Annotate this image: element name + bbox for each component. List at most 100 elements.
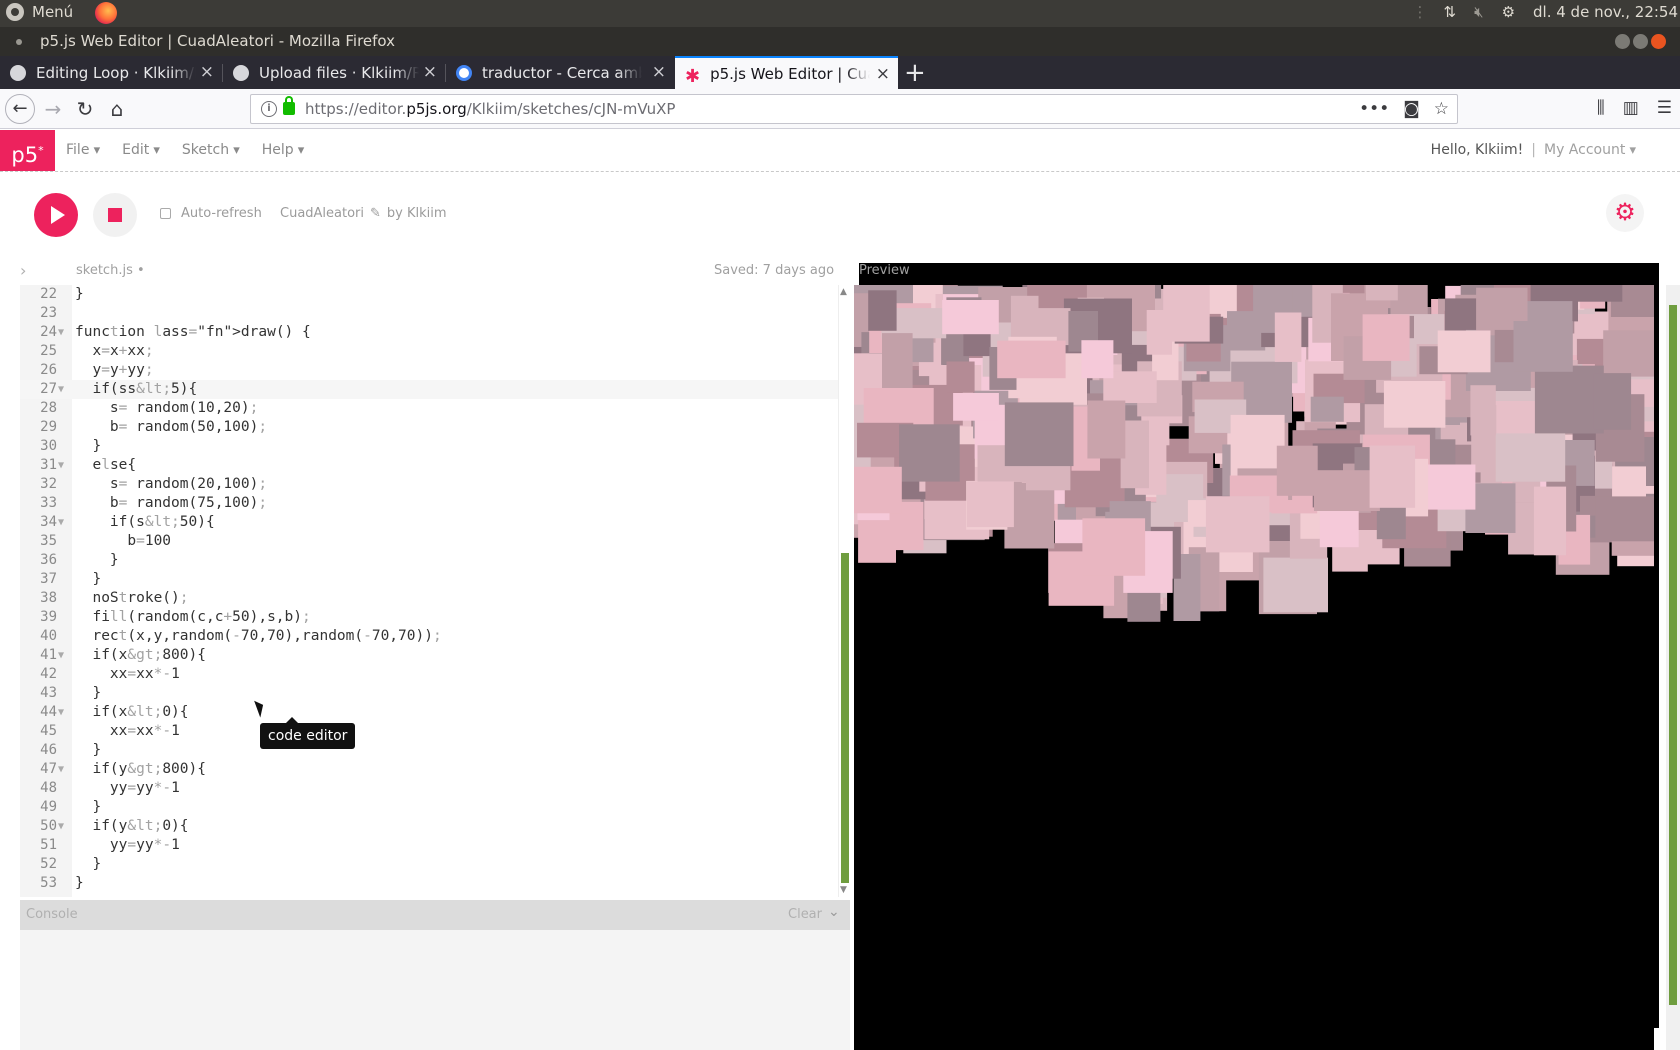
scroll-down-icon[interactable]: ▼: [840, 885, 847, 895]
code-text: s= random(20,100);: [75, 476, 268, 492]
sketch-name[interactable]: CuadAleatori: [280, 206, 364, 221]
preview-square: [882, 333, 913, 389]
code-line[interactable]: 40 rect(x,y,random(-70,70),random(-70,70…: [20, 627, 838, 646]
tab-editing-loop[interactable]: Editing Loop · Klkiim/Ra ×: [0, 56, 222, 89]
code-line[interactable]: 32 s= random(20,100);: [20, 475, 838, 494]
auto-refresh-toggle[interactable]: Auto-refresh: [160, 206, 262, 221]
p5-logo[interactable]: p5*: [0, 130, 55, 171]
clock[interactable]: dl. 4 de nov., 22:54: [1533, 3, 1678, 21]
menu-edit[interactable]: Edit: [122, 142, 160, 158]
minimize-button[interactable]: [1615, 34, 1630, 49]
code-line[interactable]: 41 ▼ if(x&gt;800){: [20, 646, 838, 665]
code-line[interactable]: 46 }: [20, 741, 838, 760]
editor-scroll-thumb[interactable]: [841, 553, 849, 883]
bookmark-star-icon[interactable]: ☆: [1434, 99, 1449, 119]
network-icon[interactable]: ⇅: [1444, 3, 1457, 21]
sidebar-icon[interactable]: ▥: [1623, 98, 1639, 118]
tab-traductor[interactable]: traductor - Cerca amb G ×: [446, 56, 674, 89]
console-clear-button[interactable]: Clear: [788, 907, 822, 922]
page-actions-icon[interactable]: •••: [1359, 99, 1389, 119]
fold-arrow-icon[interactable]: ▼: [58, 817, 64, 836]
sketch-preview-canvas[interactable]: [854, 285, 1654, 1050]
os-menu-button[interactable]: Menú: [6, 3, 73, 21]
code-text: rect(x,y,random(-70,70),random(-70,70));: [75, 628, 442, 644]
forward-arrow-icon[interactable]: →: [38, 94, 68, 124]
firefox-launcher-icon[interactable]: [95, 2, 117, 24]
fold-arrow-icon[interactable]: ▼: [58, 703, 64, 722]
code-line[interactable]: 48 yy=yy*-1: [20, 779, 838, 798]
stop-button[interactable]: [93, 193, 137, 237]
line-number: 52: [40, 856, 57, 872]
code-line[interactable]: 31 ▼ else{: [20, 456, 838, 475]
site-info-icon[interactable]: i: [261, 101, 277, 117]
code-line[interactable]: 38 noStroke();: [20, 589, 838, 608]
code-line[interactable]: 53}: [20, 874, 838, 893]
code-line[interactable]: 23: [20, 304, 838, 323]
code-line[interactable]: 44 ▼ if(x&lt;0){: [20, 703, 838, 722]
my-account-menu[interactable]: My Account: [1544, 142, 1636, 158]
code-line[interactable]: 43 }: [20, 684, 838, 703]
code-editor[interactable]: 22} 23 24 ▼ function lass="fn">draw() {25 x=…: [20, 285, 850, 897]
pocket-icon[interactable]: ◙: [1403, 99, 1420, 119]
code-line[interactable]: 26 y=y+yy;: [20, 361, 838, 380]
url-bar[interactable]: i https://editor.p5js.org/Klkiim/sketche…: [250, 94, 1458, 124]
fold-arrow-icon[interactable]: ▼: [58, 513, 64, 532]
fold-arrow-icon[interactable]: ▼: [58, 456, 64, 475]
code-line[interactable]: 50 ▼ if(y&lt;0){: [20, 817, 838, 836]
system-gear-icon[interactable]: ⚙: [1502, 3, 1515, 21]
play-button[interactable]: [34, 193, 78, 237]
scroll-up-icon[interactable]: ▲: [840, 287, 847, 297]
code-line[interactable]: 25 x=x+xx;: [20, 342, 838, 361]
close-window-button[interactable]: [1651, 34, 1666, 49]
fold-arrow-icon[interactable]: ▼: [58, 323, 64, 342]
close-tab-icon[interactable]: ×: [876, 64, 890, 84]
auto-refresh-checkbox[interactable]: [160, 208, 171, 219]
tab-p5js-editor[interactable]: ✱ p5.js Web Editor | CuadA ×: [675, 56, 898, 89]
code-line[interactable]: 30 }: [20, 437, 838, 456]
sidebar-expand-chevron-icon[interactable]: ›: [20, 261, 26, 280]
home-icon[interactable]: ⌂: [102, 94, 132, 124]
new-tab-icon[interactable]: +: [904, 58, 926, 88]
fold-arrow-icon[interactable]: ▼: [58, 760, 64, 779]
url-text[interactable]: https://editor.p5js.org/Klkiim/sketches/…: [305, 100, 675, 118]
maximize-button[interactable]: [1633, 34, 1648, 49]
code-line[interactable]: 24 ▼ function lass="fn">draw() {: [20, 323, 838, 342]
preview-scrollbar[interactable]: [1666, 285, 1680, 1050]
back-arrow-icon[interactable]: ←: [5, 94, 35, 124]
library-icon[interactable]: ⫼: [1597, 98, 1605, 118]
tab-upload-files[interactable]: Upload files · Klkiim/Ra ×: [223, 56, 445, 89]
menu-file[interactable]: File: [66, 142, 100, 158]
menu-sketch[interactable]: Sketch: [182, 142, 240, 158]
fold-arrow-icon[interactable]: ▼: [58, 380, 64, 399]
file-tab-sketch-js[interactable]: sketch.js •: [76, 263, 145, 278]
code-line[interactable]: 27 ▼ if(ss&lt;5){: [20, 380, 838, 399]
code-line[interactable]: 35 b=100: [20, 532, 838, 551]
editor-scrollbar[interactable]: ▲ ▼: [838, 285, 850, 897]
code-line[interactable]: 36 }: [20, 551, 838, 570]
code-line[interactable]: 39 fill(random(c,c+50),s,b);: [20, 608, 838, 627]
menu-help[interactable]: Help: [262, 142, 305, 158]
edit-pencil-icon[interactable]: ✎: [370, 206, 381, 221]
close-tab-icon[interactable]: ×: [423, 62, 437, 82]
code-line[interactable]: 34 ▼ if(s&lt;50){: [20, 513, 838, 532]
volume-muted-icon[interactable]: 🔇︎: [1474, 3, 1483, 21]
reload-icon[interactable]: ↻: [70, 94, 100, 124]
code-line[interactable]: 42 xx=xx*-1: [20, 665, 838, 684]
code-line[interactable]: 45 xx=xx*-1: [20, 722, 838, 741]
code-line[interactable]: 37 }: [20, 570, 838, 589]
code-line[interactable]: 22}: [20, 285, 838, 304]
fold-arrow-icon[interactable]: ▼: [58, 646, 64, 665]
code-line[interactable]: 33 b= random(75,100);: [20, 494, 838, 513]
hamburger-menu-icon[interactable]: ☰: [1657, 98, 1672, 118]
code-line[interactable]: 49 }: [20, 798, 838, 817]
code-line[interactable]: 29 b= random(50,100);: [20, 418, 838, 437]
close-tab-icon[interactable]: ×: [200, 62, 214, 82]
code-line[interactable]: 28 s= random(10,20);: [20, 399, 838, 418]
settings-gear-icon[interactable]: ⚙: [1606, 194, 1644, 232]
code-line[interactable]: 51 yy=yy*-1: [20, 836, 838, 855]
code-line[interactable]: 47 ▼ if(y&gt;800){: [20, 760, 838, 779]
close-tab-icon[interactable]: ×: [652, 62, 666, 82]
preview-scroll-thumb[interactable]: [1669, 305, 1677, 1005]
code-line[interactable]: 52 }: [20, 855, 838, 874]
chevron-down-icon[interactable]: ⌄: [828, 904, 840, 920]
